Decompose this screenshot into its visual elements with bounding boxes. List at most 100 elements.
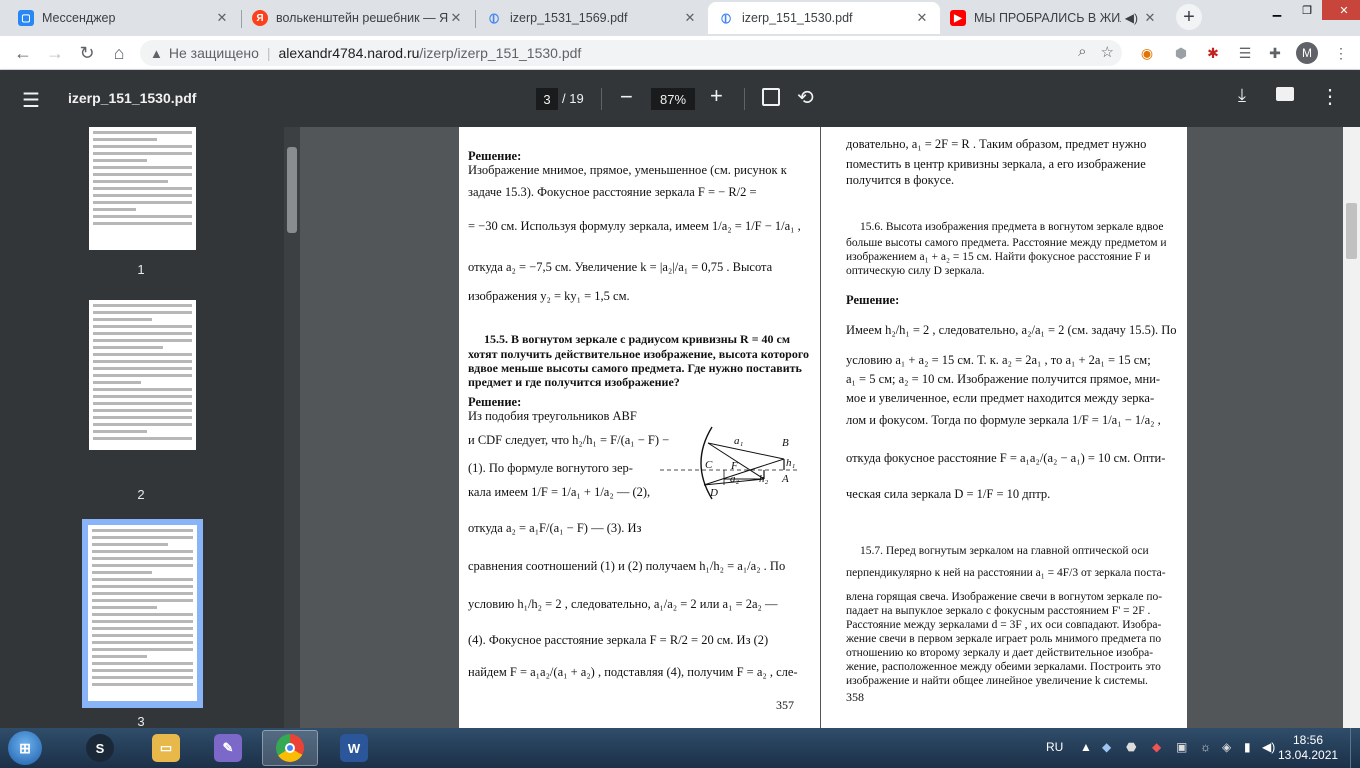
- restore-icon[interactable]: ❐: [1292, 0, 1322, 20]
- forward-icon[interactable]: →: [42, 40, 68, 66]
- tray-app-icon[interactable]: ⬣: [1126, 740, 1136, 754]
- problem-15-5: 15.5. В вогнутом зеркале с радиусом крив…: [484, 332, 791, 346]
- tab-title: izerp_151_1530.pdf: [742, 11, 853, 25]
- solution-heading: Решение:: [468, 149, 522, 163]
- sidebar-scrollbar-thumb[interactable]: [287, 147, 297, 233]
- bookmark-star-icon[interactable]: ☆: [1101, 43, 1114, 61]
- volume-icon[interactable]: ◀): [1262, 740, 1275, 754]
- close-icon[interactable]: ✕: [1142, 10, 1158, 26]
- tab-title: izerp_1531_1569.pdf: [510, 11, 628, 25]
- text-line: Имеем h₂/h₁ = 2 , следовательно, a₂/a₁ =…: [846, 323, 1177, 337]
- tab-pdf-1531[interactable]: ⦶ izerp_1531_1569.pdf ✕: [476, 2, 708, 34]
- back-icon[interactable]: ←: [10, 40, 36, 66]
- text-line: лом и фокусом. Тогда по формуле зеркала …: [846, 413, 1161, 427]
- column-divider: [820, 127, 821, 728]
- tray-expand-icon[interactable]: ▲: [1080, 740, 1092, 754]
- problem-15-6: 15.6. Высота изображения предмета в вогн…: [860, 221, 1164, 233]
- tray-app-icon[interactable]: ☼: [1200, 740, 1211, 754]
- language-indicator[interactable]: RU: [1046, 740, 1063, 754]
- page-thumbnail-2[interactable]: [89, 300, 196, 450]
- text-line: Изображение мнимое, прямое, уменьшенное …: [468, 163, 787, 177]
- address-bar[interactable]: ▲ Не защищено | alexandr4784.narod.ru /i…: [140, 40, 1122, 66]
- taskbar-steam[interactable]: S: [72, 730, 128, 766]
- security-label[interactable]: Не защищено: [169, 45, 259, 61]
- warning-icon[interactable]: ▲: [150, 46, 163, 61]
- profile-avatar[interactable]: M: [1296, 42, 1318, 64]
- window-close-icon[interactable]: ✕: [1322, 0, 1360, 20]
- extension-bug-icon[interactable]: ✱: [1202, 42, 1224, 64]
- tab-youtube[interactable]: ▶ МЫ ПРОБРАЛИСЬ В ЖИЛ ◀) ✕: [940, 2, 1168, 34]
- tab-messenger[interactable]: ▢ Мессенджер ✕: [8, 2, 240, 34]
- tab-title: Мессенджер: [42, 11, 116, 25]
- clock[interactable]: 18:56 13.04.2021: [1278, 733, 1338, 763]
- media-control-icon[interactable]: ☰: [1234, 42, 1256, 64]
- close-icon[interactable]: ✕: [682, 10, 698, 26]
- tab-pdf-151[interactable]: ⦶ izerp_151_1530.pdf ✕: [708, 2, 940, 34]
- download-icon[interactable]: ⤓: [1238, 85, 1246, 106]
- fit-page-icon[interactable]: [762, 88, 780, 106]
- audio-icon[interactable]: ◀): [1125, 11, 1138, 25]
- home-icon[interactable]: ⌂: [106, 40, 132, 66]
- page-number-input[interactable]: 3: [536, 88, 558, 110]
- pdf-filename: izerp_151_1530.pdf: [68, 90, 197, 106]
- rotate-icon[interactable]: ⟲: [797, 85, 814, 110]
- minimize-icon[interactable]: ▁: [1262, 0, 1292, 20]
- page-total: / 19: [562, 91, 584, 106]
- taskbar-paint[interactable]: ✎: [200, 730, 256, 766]
- extensions-puzzle-icon[interactable]: ✚: [1264, 42, 1286, 64]
- zoom-icon[interactable]: ⌕: [1078, 43, 1086, 61]
- zoom-input[interactable]: 87%: [651, 88, 695, 110]
- browser-toolbar: ← → ↻ ⌂ ▲ Не защищено | alexandr4784.nar…: [0, 36, 1360, 70]
- close-icon[interactable]: ✕: [214, 10, 230, 26]
- new-tab-button[interactable]: +: [1176, 4, 1202, 30]
- text-line: поместить в центр кривизны зеркала, а ег…: [846, 157, 1146, 171]
- url-path: /izerp/izerp_151_1530.pdf: [419, 45, 582, 61]
- zoom-out-icon[interactable]: −: [620, 84, 633, 110]
- divider: |: [266, 45, 271, 61]
- text-line: сравнения соотношений (1) и (2) получаем…: [468, 559, 786, 573]
- document-scrollbar-thumb[interactable]: [1346, 203, 1357, 259]
- close-icon[interactable]: ✕: [448, 10, 464, 26]
- page-thumbnail-1[interactable]: [89, 127, 196, 250]
- divider: [744, 88, 745, 110]
- network-icon[interactable]: ▮: [1244, 740, 1251, 754]
- more-options-icon[interactable]: ⋮: [1320, 84, 1340, 109]
- figure-label: C: [705, 459, 713, 471]
- text-line: оптическую силу D зеркала.: [846, 265, 985, 277]
- pdf-toolbar: ☰ izerp_151_1530.pdf 3 / 19 − 87% + ⟲ ⤓ …: [0, 70, 1360, 127]
- paint-icon: ✎: [214, 734, 242, 762]
- reload-icon[interactable]: ↻: [74, 40, 100, 66]
- problem-15-7: 15.7. Перед вогнутым зеркалом на главной…: [860, 545, 1149, 557]
- text-line: влена горящая свеча. Изображение свечи в…: [846, 591, 1163, 603]
- extension-owl-icon[interactable]: ◉: [1136, 42, 1158, 64]
- taskbar-word[interactable]: W: [326, 730, 382, 766]
- chrome-menu-icon[interactable]: ⋮: [1330, 42, 1352, 64]
- tab-yandex[interactable]: Я волькенштейн решебник — Ян ✕: [242, 2, 474, 34]
- tray-app-icon[interactable]: ◆: [1102, 740, 1111, 754]
- taskbar-explorer[interactable]: ▭: [138, 730, 194, 766]
- print-icon[interactable]: [1276, 87, 1294, 101]
- extension-shield-icon[interactable]: ⬢: [1170, 42, 1192, 64]
- tray-app-icon[interactable]: ◆: [1152, 740, 1161, 754]
- taskbar-chrome[interactable]: [262, 730, 318, 766]
- tray-app-icon[interactable]: ▣: [1176, 740, 1187, 754]
- tab-title: волькенштейн решебник — Ян: [276, 11, 448, 25]
- text-line: изображение и найти общее линейное увели…: [846, 675, 1148, 687]
- figure-label: D: [710, 487, 718, 499]
- start-button[interactable]: ⊞: [8, 731, 42, 765]
- show-desktop-button[interactable]: [1350, 728, 1360, 768]
- text-line: откуда a₂ = a₁F/(a₁ − F) — (3). Из: [468, 521, 642, 535]
- text-line: предмет и где получится изображение?: [468, 375, 680, 389]
- figure-label: h₁: [786, 457, 796, 469]
- steam-icon: S: [86, 734, 114, 762]
- zoom-in-icon[interactable]: +: [710, 83, 723, 109]
- solution-heading: Решение:: [468, 395, 522, 409]
- close-icon[interactable]: ✕: [914, 10, 930, 26]
- tray-app-icon[interactable]: ◈: [1222, 740, 1231, 754]
- document-scrollbar[interactable]: [1343, 127, 1360, 728]
- yandex-icon: Я: [252, 10, 268, 26]
- figure-label: F: [731, 460, 738, 472]
- sidebar-menu-icon[interactable]: ☰: [22, 88, 40, 113]
- tab-strip: ▢ Мессенджер ✕ Я волькенштейн решебник —…: [0, 0, 1360, 36]
- page-thumbnail-3[interactable]: [88, 525, 197, 701]
